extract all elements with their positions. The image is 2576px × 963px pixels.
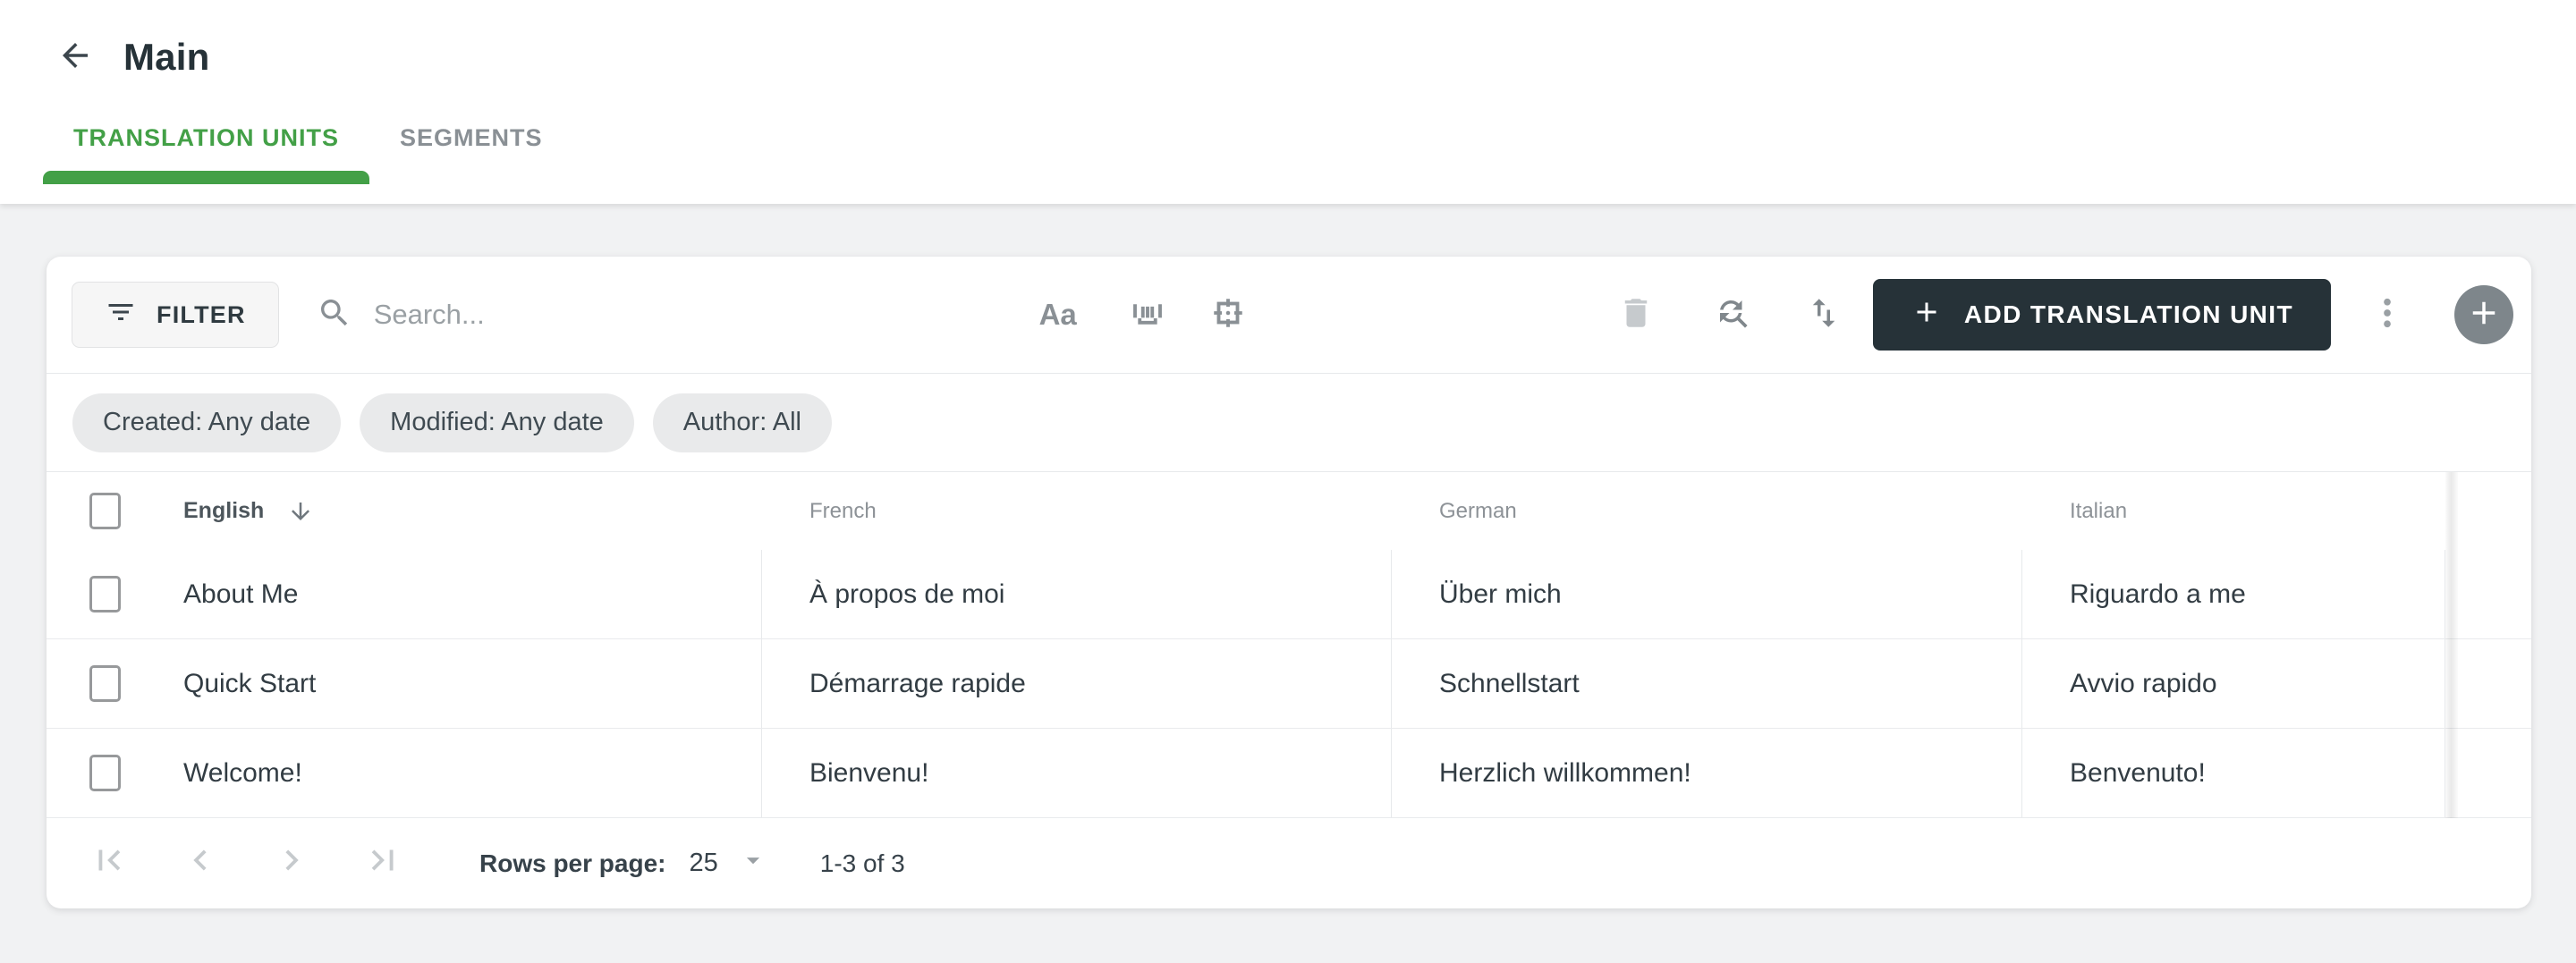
search-input[interactable]: [373, 299, 1000, 331]
add-translation-unit-label: ADD TRANSLATION UNIT: [1963, 300, 2293, 328]
add-translation-unit-button[interactable]: ADD TRANSLATION UNIT: [1872, 279, 2331, 351]
add-fab-button[interactable]: [2454, 285, 2513, 344]
trash-icon: [1617, 294, 1655, 336]
table-row: Quick Start Démarrage rapide Schnellstar…: [47, 639, 2531, 729]
sort-button[interactable]: [1798, 289, 1850, 341]
row-filler-cell: [2445, 639, 2531, 728]
column-header-english-label: English: [183, 498, 265, 523]
title-row: Main: [0, 0, 2576, 79]
cell-german[interactable]: Über mich: [1392, 550, 2022, 638]
cell-italian[interactable]: Benvenuto!: [2022, 729, 2445, 817]
filter-button-label: FILTER: [157, 300, 246, 328]
row-checkbox-cell: [47, 729, 136, 817]
chip-created[interactable]: Created: Any date: [72, 393, 342, 452]
last-page-icon: [362, 840, 403, 887]
table-row: Welcome! Bienvenu! Herzlich willkommen! …: [47, 729, 2531, 818]
find-replace-icon: [1714, 294, 1751, 336]
translation-units-table: English French German Italian About Me À…: [47, 472, 2531, 818]
app-header: Main TRANSLATION UNITS SEGMENTS: [0, 0, 2576, 204]
cell-english[interactable]: Welcome!: [136, 729, 762, 817]
previous-page-button[interactable]: [174, 837, 227, 891]
first-page-icon: [89, 840, 130, 887]
select-all-cell: [47, 472, 136, 550]
match-case-icon: Aa: [1038, 298, 1077, 331]
filter-icon: [105, 296, 137, 334]
tab-segments[interactable]: SEGMENTS: [369, 91, 573, 184]
row-checkbox[interactable]: [89, 665, 121, 702]
filter-chips-row: Created: Any date Modified: Any date Aut…: [47, 374, 2531, 472]
row-checkbox[interactable]: [89, 755, 121, 791]
search-icon: [317, 295, 352, 335]
tab-translation-units[interactable]: TRANSLATION UNITS: [43, 91, 369, 184]
cell-italian[interactable]: Avvio rapido: [2022, 639, 2445, 728]
column-header-english[interactable]: English: [136, 472, 762, 550]
pagination-bar: Rows per page: 25 1-3 of 3: [47, 818, 2531, 908]
column-header-french-label: French: [809, 498, 877, 523]
delete-button[interactable]: [1610, 289, 1662, 341]
find-replace-button[interactable]: [1707, 289, 1758, 341]
rows-per-page-label: Rows per page:: [479, 849, 666, 877]
translation-units-card: FILTER Aa: [47, 257, 2531, 908]
row-filler-cell: [2445, 729, 2531, 817]
column-header-german-label: German: [1439, 498, 1517, 523]
column-header-italian[interactable]: Italian: [2022, 472, 2445, 550]
whole-word-icon: [1129, 294, 1166, 336]
whole-word-toggle[interactable]: [1122, 289, 1174, 341]
rows-per-page-value: 25: [689, 849, 718, 877]
target-frame-icon: [1209, 294, 1247, 336]
cell-french[interactable]: Bienvenu!: [762, 729, 1392, 817]
row-checkbox-cell: [47, 550, 136, 638]
more-options-button[interactable]: [2361, 289, 2413, 341]
arrow-left-icon: [56, 37, 94, 79]
toolbar: FILTER Aa: [47, 257, 2531, 374]
row-checkbox-cell: [47, 639, 136, 728]
cell-french[interactable]: À propos de moi: [762, 550, 1392, 638]
table-header-row: English French German Italian: [47, 472, 2531, 550]
chip-modified[interactable]: Modified: Any date: [360, 393, 634, 452]
select-all-checkbox[interactable]: [89, 493, 121, 529]
column-header-german[interactable]: German: [1392, 472, 2022, 550]
chevron-right-icon: [271, 840, 312, 887]
match-case-toggle[interactable]: Aa: [1032, 289, 1084, 341]
table-row: About Me À propos de moi Über mich Rigua…: [47, 550, 2531, 639]
cell-italian[interactable]: Riguardo a me: [2022, 550, 2445, 638]
dropdown-caret-icon: [718, 845, 768, 882]
plus-icon: [1911, 296, 1943, 334]
plus-icon: [2465, 294, 2503, 336]
exact-match-toggle[interactable]: [1202, 289, 1254, 341]
next-page-button[interactable]: [265, 837, 318, 891]
row-filler-cell: [2445, 550, 2531, 638]
page-title: Main: [123, 36, 210, 78]
cell-german[interactable]: Schnellstart: [1392, 639, 2022, 728]
row-checkbox[interactable]: [89, 576, 121, 612]
sort-descending-icon: [287, 498, 314, 525]
pagination-range: 1-3 of 3: [819, 849, 905, 877]
column-header-italian-label: Italian: [2070, 498, 2128, 523]
header-filler-cell: [2445, 472, 2531, 550]
tab-bar: TRANSLATION UNITS SEGMENTS: [0, 91, 2576, 184]
cell-english[interactable]: Quick Start: [136, 639, 762, 728]
cell-french[interactable]: Démarrage rapide: [762, 639, 1392, 728]
back-button[interactable]: [55, 38, 95, 77]
chevron-left-icon: [180, 840, 221, 887]
vertical-scrollbar[interactable]: [2445, 472, 2458, 818]
chip-author[interactable]: Author: All: [652, 393, 832, 452]
first-page-button[interactable]: [82, 837, 136, 891]
sort-arrows-icon: [1805, 294, 1843, 336]
filter-button[interactable]: FILTER: [72, 282, 279, 348]
cell-english[interactable]: About Me: [136, 550, 762, 638]
cell-german[interactable]: Herzlich willkommen!: [1392, 729, 2022, 817]
kebab-menu-icon: [2368, 294, 2406, 336]
column-header-french[interactable]: French: [762, 472, 1392, 550]
last-page-button[interactable]: [356, 837, 410, 891]
search-box: [317, 295, 1032, 335]
rows-per-page-select[interactable]: 25: [689, 845, 767, 882]
